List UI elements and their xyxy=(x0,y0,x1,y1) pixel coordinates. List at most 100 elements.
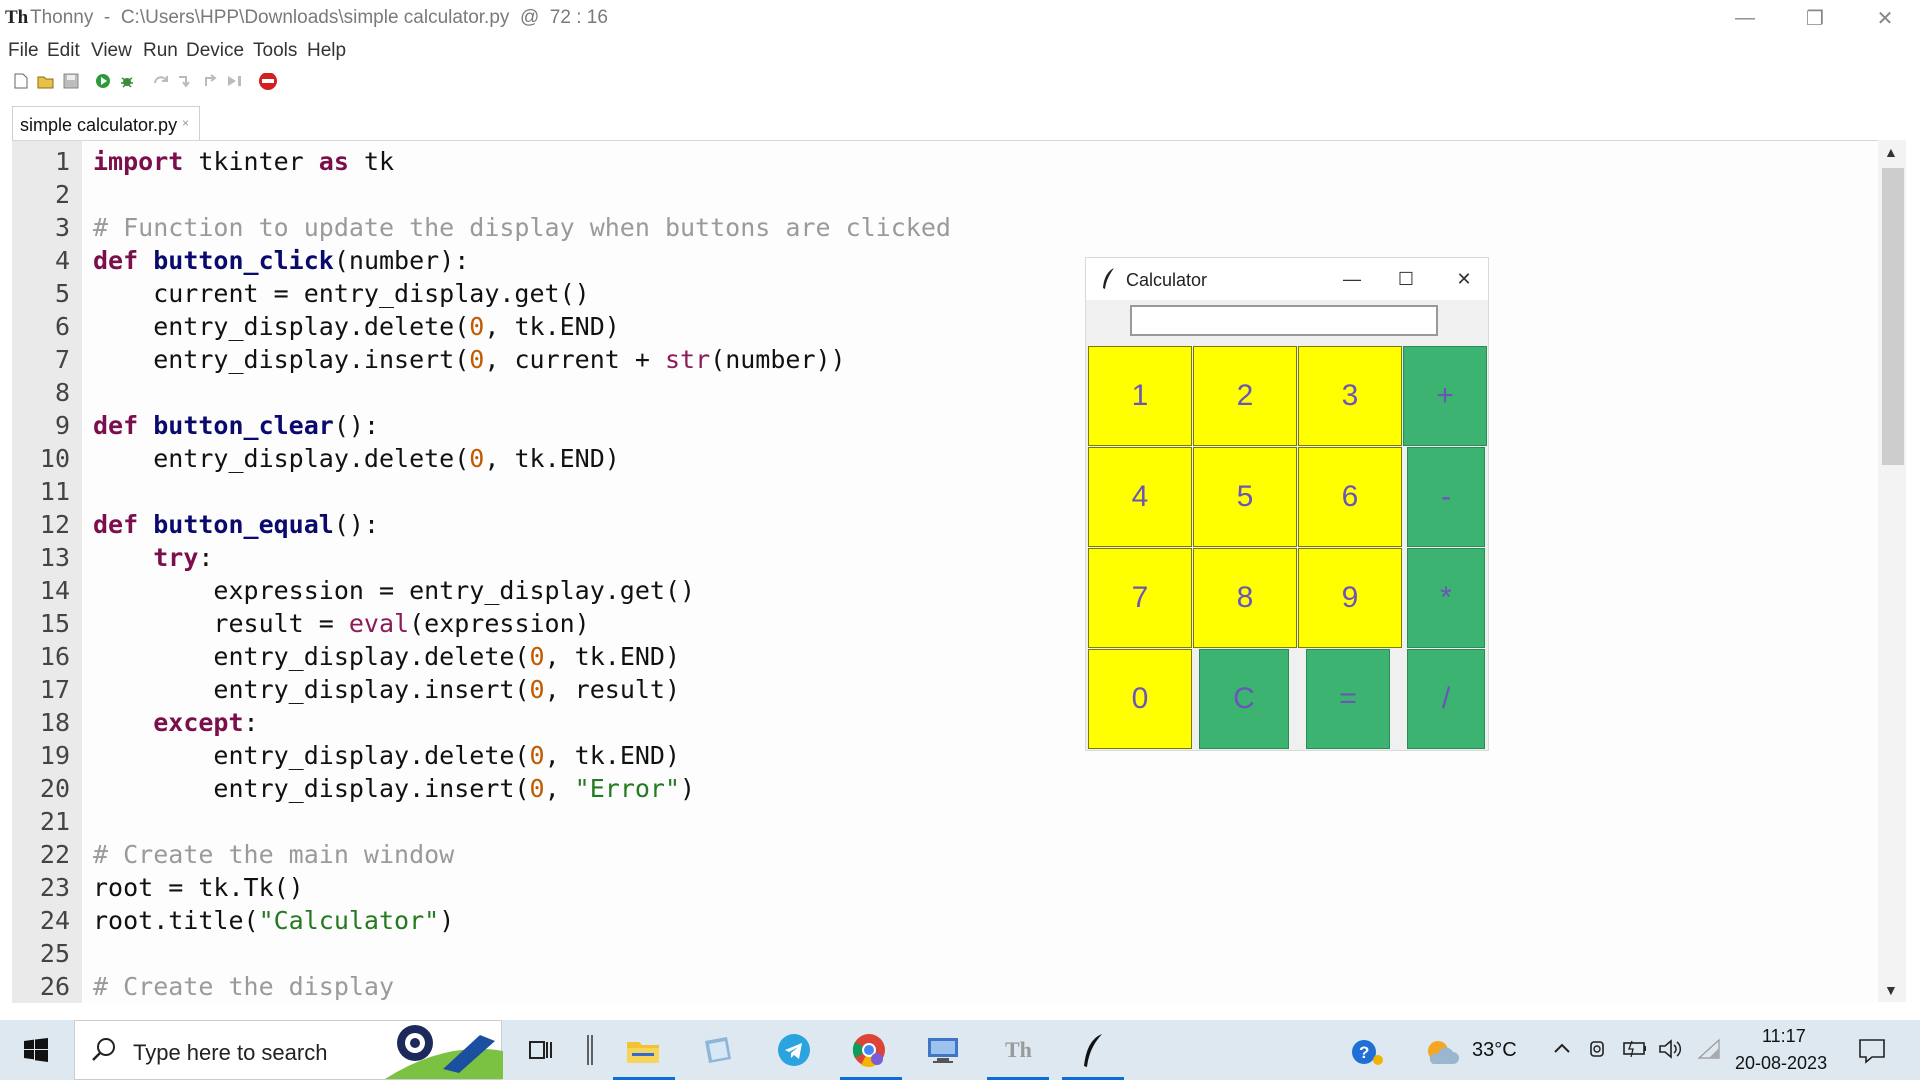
telegram-icon[interactable] xyxy=(774,1030,814,1070)
meet-now-icon[interactable] xyxy=(1588,1038,1608,1060)
line-number: 4 xyxy=(54,246,70,275)
calc-button-8[interactable]: 8 xyxy=(1193,548,1297,648)
menu-run[interactable]: Run xyxy=(143,40,178,62)
code-editor[interactable]: 1 2 3 4 5 6 7 8 9 10 11 12 13 14 15 16 1… xyxy=(12,140,1878,1003)
help-icon[interactable]: ? xyxy=(1350,1038,1386,1066)
menu-device[interactable]: Device xyxy=(186,40,244,62)
scrollbar-thumb[interactable] xyxy=(1882,168,1904,465)
calc-button-4[interactable]: 4 xyxy=(1088,447,1192,547)
line-number: 24 xyxy=(39,906,70,935)
line-number: 26 xyxy=(39,972,70,1001)
svg-text:?: ? xyxy=(1359,1043,1369,1062)
calc-maximize-button[interactable]: ☐ xyxy=(1382,258,1430,300)
task-view-icon[interactable] xyxy=(520,1030,560,1070)
calculator-title-bar: Calculator — ☐ ✕ xyxy=(1086,258,1488,300)
line-number: 22 xyxy=(39,840,70,869)
calc-button-minus[interactable]: - xyxy=(1407,447,1485,547)
calc-button-divide[interactable]: / xyxy=(1407,649,1485,749)
weather-icon[interactable] xyxy=(1425,1038,1459,1066)
calculator-window: Calculator — ☐ ✕ 1 2 3 + 4 5 6 - 7 8 9 *… xyxy=(1086,258,1488,750)
calc-button-9[interactable]: 9 xyxy=(1298,548,1402,648)
calc-button-1[interactable]: 1 xyxy=(1088,346,1192,446)
code-line: root.title("Calculator") xyxy=(93,906,455,935)
calc-minimize-button[interactable]: — xyxy=(1328,258,1376,300)
open-file-icon[interactable] xyxy=(37,73,55,89)
taskbar-divider xyxy=(570,1030,610,1070)
menu-help[interactable]: Help xyxy=(307,40,346,62)
run-icon[interactable] xyxy=(95,73,111,89)
code-line: def button_clear(): xyxy=(93,411,379,440)
line-number-gutter: 1 2 3 4 5 6 7 8 9 10 11 12 13 14 15 16 1… xyxy=(12,141,82,1003)
code-line: result = eval(expression) xyxy=(93,609,590,638)
code-line: expression = entry_display.get() xyxy=(93,576,696,605)
notes-icon[interactable] xyxy=(698,1030,738,1070)
tab-simple-calculator[interactable]: simple calculator.py × xyxy=(12,106,200,141)
menu-edit[interactable]: Edit xyxy=(47,40,80,62)
new-file-icon[interactable] xyxy=(14,73,28,89)
calc-button-0[interactable]: 0 xyxy=(1088,649,1192,749)
scroll-down-icon[interactable]: ▼ xyxy=(1884,982,1898,998)
chrome-icon[interactable] xyxy=(849,1030,889,1070)
calc-button-plus[interactable]: + xyxy=(1403,346,1487,446)
line-number: 23 xyxy=(39,873,70,902)
weather-temperature[interactable]: 33°C xyxy=(1472,1039,1517,1062)
chevron-up-icon[interactable] xyxy=(1552,1038,1572,1058)
menu-view[interactable]: View xyxy=(91,40,132,62)
clock-date[interactable]: 20-08-2023 xyxy=(1735,1053,1827,1074)
calc-button-clear[interactable]: C xyxy=(1199,649,1289,749)
calc-button-2[interactable]: 2 xyxy=(1193,346,1297,446)
resume-icon xyxy=(228,76,241,86)
start-button[interactable] xyxy=(0,1020,72,1080)
thonny-icon[interactable]: Th xyxy=(998,1030,1038,1070)
line-number: 11 xyxy=(39,477,70,506)
calc-button-multiply[interactable]: * xyxy=(1407,548,1485,648)
toolbar xyxy=(0,64,1920,98)
editor-tabs: simple calculator.py × xyxy=(0,104,1920,141)
debug-icon[interactable] xyxy=(119,73,135,89)
close-button[interactable]: ✕ xyxy=(1850,0,1920,36)
windows-icon xyxy=(24,1038,48,1062)
battery-icon[interactable] xyxy=(1622,1038,1648,1058)
tk-feather-icon xyxy=(1103,268,1114,289)
code-line: current = entry_display.get() xyxy=(93,279,590,308)
line-number: 9 xyxy=(54,411,70,440)
scroll-up-icon[interactable]: ▲ xyxy=(1884,144,1898,160)
tab-label: simple calculator.py xyxy=(20,115,178,135)
calc-close-button[interactable]: ✕ xyxy=(1440,258,1488,300)
code-line: def button_equal(): xyxy=(93,510,379,539)
save-icon[interactable] xyxy=(63,73,79,89)
calculator-display[interactable] xyxy=(1130,305,1438,336)
step-into-icon xyxy=(179,76,190,88)
restore-button[interactable]: ❐ xyxy=(1780,0,1850,36)
editor-scrollbar[interactable]: ▲ ▼ xyxy=(1878,140,1906,1002)
code-line: entry_display.delete(0, tk.END) xyxy=(93,741,681,770)
file-explorer-icon[interactable] xyxy=(623,1030,663,1070)
wifi-icon[interactable] xyxy=(1697,1038,1721,1060)
taskbar-search[interactable]: Type here to search xyxy=(74,1020,503,1080)
tk-feather-icon[interactable] xyxy=(1073,1030,1113,1070)
minimize-button[interactable]: — xyxy=(1710,0,1780,36)
menu-file[interactable]: File xyxy=(8,40,39,62)
notification-icon[interactable] xyxy=(1858,1038,1886,1064)
line-number: 12 xyxy=(39,510,70,539)
calc-button-6[interactable]: 6 xyxy=(1298,447,1402,547)
search-placeholder: Type here to search xyxy=(133,1040,328,1065)
menu-tools[interactable]: Tools xyxy=(253,40,297,62)
search-highlight-image xyxy=(385,1021,503,1079)
calc-button-3[interactable]: 3 xyxy=(1298,346,1402,446)
line-number: 20 xyxy=(39,774,70,803)
calc-button-7[interactable]: 7 xyxy=(1088,548,1192,648)
code-line: entry_display.delete(0, tk.END) xyxy=(93,312,620,341)
clock-time[interactable]: 11:17 xyxy=(1762,1026,1806,1047)
line-number: 5 xyxy=(54,279,70,308)
code-line: entry_display.insert(0, current + str(nu… xyxy=(93,345,846,374)
title-bar: Th Thonny - C:\Users\HPP\Downloads\simpl… xyxy=(0,0,1920,36)
remote-desktop-icon[interactable] xyxy=(923,1030,963,1070)
line-number: 19 xyxy=(39,741,70,770)
calc-button-equals[interactable]: = xyxy=(1306,649,1390,749)
taskbar: Type here to search Th ? 33°C 11:17 20-0… xyxy=(0,1020,1920,1080)
volume-icon[interactable] xyxy=(1658,1038,1684,1060)
tab-close-icon[interactable]: × xyxy=(182,116,189,130)
stop-icon[interactable] xyxy=(258,73,278,93)
calc-button-5[interactable]: 5 xyxy=(1193,447,1297,547)
